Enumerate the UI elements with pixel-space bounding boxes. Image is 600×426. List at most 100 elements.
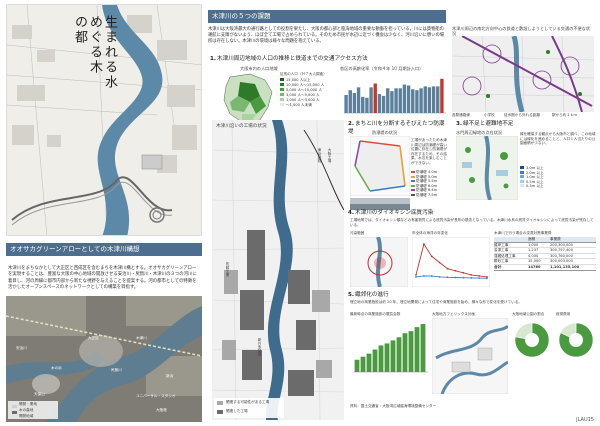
legend-label: 1,000 人〜3,000 人 <box>286 98 320 102</box>
legend-swatch <box>411 184 415 187</box>
factory-map: 木津川沿いの工場の状況 東京製鐵 大阪工場 佐藤工業 新日本製鐵 関連する可能性… <box>212 120 344 420</box>
legend-label: 防潮堤 6.4m <box>416 188 438 193</box>
rail-legend-item: 小学校 <box>484 113 495 117</box>
factory-label: 大阪工場 <box>328 148 332 163</box>
data-point <box>470 273 473 276</box>
bar <box>356 87 361 113</box>
sub4-map-caption: 汚染範囲 <box>350 231 365 235</box>
data-point <box>462 276 465 279</box>
page-number: JLAU15 <box>576 417 594 423</box>
sub1-number: 1. <box>210 56 217 62</box>
cost-table-cell: 1,000 <box>528 242 539 247</box>
map-label: 安治川 <box>16 346 27 350</box>
legend-label: 防潮堤 5.5m <box>416 179 438 184</box>
cost-table: 面積 事業費 護岸工事 1,000 200,300,000 浚渫工事 1,237… <box>494 237 596 271</box>
bar <box>352 93 357 113</box>
data-point <box>438 276 441 278</box>
bar <box>420 324 426 372</box>
cost-table-cell: 1,101,135,100 <box>550 264 580 269</box>
sub5-title: 織郊化の進行 <box>355 292 389 298</box>
sub1-title: 木津川周辺地域の人口の推移と鉄道までの交通アクセス方法 <box>217 56 368 62</box>
map-label: 天保山 <box>34 392 45 396</box>
cost-table-cell: 300,003,000 <box>550 259 573 264</box>
cost-table-cell: 200,300,000 <box>550 242 573 247</box>
data-point <box>438 261 441 264</box>
factory-label: 新日本製鐵 <box>258 338 262 356</box>
pie-hole <box>569 333 583 347</box>
data-point <box>422 243 425 245</box>
data-point <box>454 276 457 279</box>
population-legend: 15,000 人以上 10,000 人〜15,000 人 5,000 人〜10,… <box>280 78 340 108</box>
rail-legend-item: 各駅通路線 <box>452 113 470 117</box>
cost-ratio-pie <box>558 322 594 358</box>
legend-swatch <box>280 78 284 81</box>
cover-title-line: の都 <box>72 15 87 45</box>
cost-table-cell: 運搬処理工事 <box>494 253 516 258</box>
cost-table-cell: 14760 <box>528 264 541 269</box>
legend-label: 防潮堤 4.0m <box>416 170 438 174</box>
source-note: 資料：国土交通省・大阪湾広域臨海環境整備センター <box>350 404 437 408</box>
legend-label: 15,000 人以上 <box>286 78 311 82</box>
cost-table-cell: 300,760,000 <box>550 253 573 258</box>
population-legend-title: 区別の人口（Ｈ７大人調査） <box>280 72 327 76</box>
factory-map-svg <box>212 120 344 420</box>
bar <box>427 87 432 113</box>
sub1-map-caption: 大阪市内の人口地域 <box>240 66 278 71</box>
sub1-heading: 1.木津川周辺地域の人口の推移と鉄道までの交通アクセス方法 <box>210 55 450 63</box>
data-point <box>478 277 481 280</box>
data-point <box>454 269 457 272</box>
legend-label: 防潮堤 5.0m <box>416 174 438 179</box>
legend-label: 〜1,000 人未満 <box>286 103 312 107</box>
factory-legend-item: 関連する可能性がある工場 <box>226 400 270 404</box>
bar <box>419 88 423 113</box>
main-intro-text: 木津川は大阪湾最大の通行路としての役割を果たし、大阪の都心部と臨海地域の重要な動… <box>208 27 445 44</box>
bar <box>365 97 369 113</box>
facility-bar-chart <box>354 324 428 373</box>
cost-table-cell: 護岸工事 <box>494 242 509 247</box>
sub2-map-caption: 防潮堤の状況 <box>372 130 398 135</box>
sub5-text: 埋立地の商業施設は約 20 年、埋立地開発によって住宅や商業施設を始め、様々な形… <box>350 300 522 304</box>
legend-swatch <box>280 103 284 106</box>
legend-swatch <box>280 93 284 96</box>
sub2-text: 工場があったため木津川周辺は防潮堤が高い位置に存在し防潮堤が存在するため、その結… <box>411 138 447 165</box>
data-point <box>446 267 449 270</box>
left-intro-text: 木津川をまちなかとして大正区と西成区を含むまちを木津川構とする。オオサカグリーン… <box>8 266 197 291</box>
cost-table-cell: 覆砂工事 <box>494 259 509 264</box>
data-point <box>478 274 481 277</box>
data-point <box>415 276 417 278</box>
legend-swatch <box>520 184 524 188</box>
legend-swatch <box>411 171 415 173</box>
bar <box>440 78 444 113</box>
sub3-title: 緑不足と避難地不足 <box>463 121 514 127</box>
data-point <box>462 271 465 274</box>
map-label: 尻無川 <box>111 368 122 372</box>
left-aerial-map: 大正区 安治川 尻無川 木の浜 木津川 天保山 ユニバーサル・スタジオ 新浜 大… <box>6 296 202 422</box>
cost-table-header-cell <box>494 237 528 242</box>
sub5-number: 5. <box>348 292 355 298</box>
main-section-title: 木津川の５つの課題 <box>208 10 446 23</box>
legend-swatch <box>411 180 415 183</box>
legend-label: 3.0m 以上 <box>526 166 544 170</box>
rail-map-legend: 各駅通路線 小学校 徒歩圏から外れる距離 駅から約１ｋｍ <box>452 113 594 119</box>
data-point <box>422 274 425 277</box>
legend-label: 0.3m 以上 <box>526 184 544 189</box>
cost-table-row: 合計 14760 1,101,135,100 <box>494 265 596 271</box>
map-legend-item: 開発地域 <box>19 414 34 418</box>
cost-table-header-cell: 事業費 <box>550 237 561 241</box>
bar <box>431 86 436 113</box>
legend-swatch <box>520 175 524 179</box>
park-pie-caption: 大阪地域公園の割合 <box>512 312 545 316</box>
sub2-heading: 2.まちと川を分断するそびえたつ防潮堤 <box>348 120 448 136</box>
map-label: 新浜 <box>166 374 174 378</box>
bar <box>377 94 382 113</box>
legend-swatch <box>280 88 284 91</box>
rail-access-map <box>452 36 594 112</box>
cost-table-cell: 300,797,400 <box>550 248 573 253</box>
cover-title: 生まれる水 めぐる木 の都 <box>67 15 117 105</box>
seawall-legend: 防潮堤 4.0m 防潮堤 5.0m 防潮堤 5.5m 防潮堤 6.0m 防潮堤 … <box>411 170 447 198</box>
cost-table-header-cell: 面積 <box>528 237 536 241</box>
pollution-line-chart <box>412 237 490 287</box>
seawall-map <box>350 136 410 196</box>
cost-table-cell: 4,000 <box>528 253 539 258</box>
bar <box>373 83 377 113</box>
